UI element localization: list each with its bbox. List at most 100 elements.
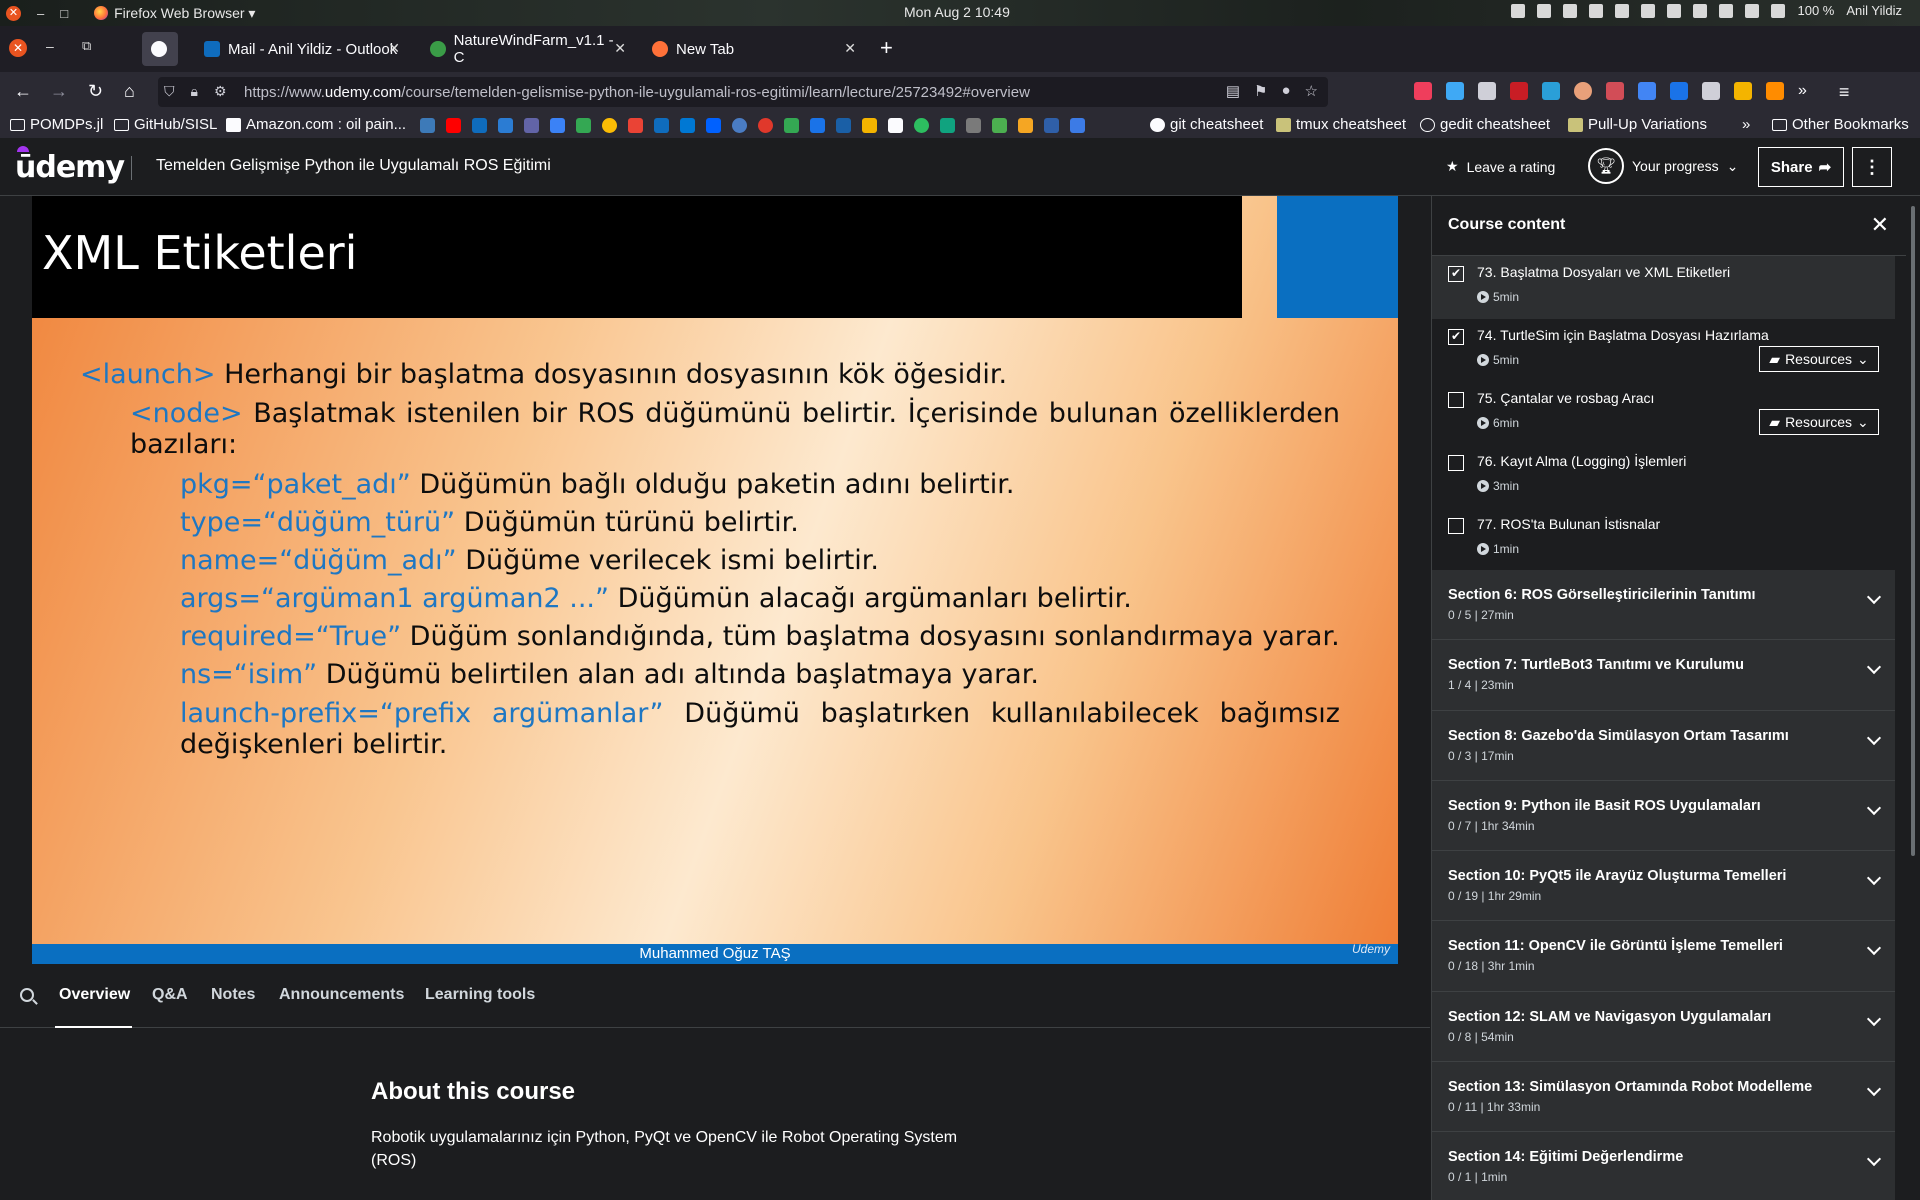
extension-icon[interactable]	[1766, 82, 1784, 100]
dropbox-icon[interactable]	[706, 118, 721, 133]
bookmark-icon[interactable]	[784, 118, 799, 133]
app-menu[interactable]: Firefox Web Browser ▾	[94, 5, 255, 22]
outlook-icon[interactable]	[654, 118, 669, 133]
tray-icon[interactable]	[1563, 3, 1578, 18]
bookmark-icon[interactable]	[810, 118, 825, 133]
wifi-icon[interactable]	[1693, 3, 1708, 18]
back-button[interactable]: ←	[14, 81, 32, 102]
bookmark-star-icon[interactable]: ☆	[1305, 82, 1318, 100]
lecture-item[interactable]: ✔ 74. TurtleSim için Başlatma Dosyası Ha…	[1432, 319, 1895, 382]
bookmarks-overflow-icon[interactable]: »	[1742, 116, 1750, 133]
volume-icon[interactable]	[1745, 3, 1760, 18]
section-accordion[interactable]: Section 7: TurtleBot3 Tanıtımı ve Kurulu…	[1432, 640, 1895, 711]
tab-announcements[interactable]: Announcements	[279, 986, 404, 1004]
bookmark-icon[interactable]	[498, 118, 513, 133]
window-close-icon[interactable]: ✕	[6, 5, 21, 21]
incomplete-checkbox[interactable]	[1448, 392, 1464, 408]
teams-icon[interactable]	[524, 118, 539, 133]
share-button[interactable]: Share ➦	[1758, 147, 1844, 187]
tab-outlook[interactable]: Mail - Anil Yildiz - Outlook ✕	[194, 32, 408, 66]
lecture-item[interactable]: 77. ROS'ta Bulunan İstisnalar 1min	[1432, 508, 1895, 571]
lecture-item[interactable]: ✔ 73. Başlatma Dosyaları ve XML Etiketle…	[1432, 256, 1895, 319]
extension-icon[interactable]	[1606, 82, 1624, 100]
search-icon[interactable]	[20, 988, 34, 1002]
sidebar-scrollbar[interactable]	[1906, 196, 1920, 1200]
leave-rating-button[interactable]: ★ Leave a rating	[1446, 158, 1555, 175]
bookmark-icon[interactable]	[1070, 118, 1085, 133]
lock-icon[interactable]: 🔒︎	[191, 83, 198, 100]
tray-icon[interactable]	[1641, 3, 1656, 18]
tab-close-icon[interactable]: ✕	[844, 40, 856, 57]
extension-icon[interactable]	[1574, 82, 1592, 100]
dropbox-icon[interactable]	[1589, 3, 1604, 18]
brightness-icon[interactable]	[1719, 3, 1734, 18]
bookmark-icon[interactable]	[888, 118, 903, 133]
pocket-icon[interactable]	[1414, 82, 1432, 100]
section-accordion[interactable]: Section 14: Eğitimi Değerlendirme 0 / 1 |…	[1432, 1132, 1895, 1200]
lecture-item[interactable]: 75. Çantalar ve rosbag Aracı 6min ▰ Resou…	[1432, 382, 1895, 445]
translate-flag-icon[interactable]: ⚑	[1254, 82, 1267, 100]
section-accordion[interactable]: Section 11: OpenCV ile Görüntü İşleme Te…	[1432, 921, 1895, 992]
section-accordion[interactable]: Section 10: PyQt5 ile Arayüz Oluşturma T…	[1432, 851, 1895, 922]
system-tray[interactable]: 100 % Anil Yildiz	[1511, 3, 1902, 18]
tab-udemy-pinned[interactable]	[142, 32, 178, 66]
reader-view-icon[interactable]: ▤	[1226, 82, 1240, 100]
tray-icon[interactable]	[1537, 3, 1552, 18]
user-name[interactable]: Anil Yildiz	[1846, 3, 1902, 18]
bookmark-folder-github[interactable]: GitHub/SISL	[114, 116, 217, 133]
overflow-chevron-icon[interactable]: »	[1798, 82, 1807, 103]
incomplete-checkbox[interactable]	[1448, 518, 1464, 534]
bookmark-icon[interactable]	[940, 118, 955, 133]
tray-icon[interactable]	[1615, 3, 1630, 18]
bookmark-git-cheatsheet[interactable]: git cheatsheet	[1150, 116, 1263, 133]
lecture-video-player[interactable]: XML Etiketleri <launch> Herhangi bir baş…	[32, 196, 1398, 964]
bookmark-icon[interactable]	[1018, 118, 1033, 133]
extension-icon[interactable]	[1734, 82, 1752, 100]
close-icon[interactable]: ✕	[1871, 212, 1889, 238]
bookmark-icon[interactable]	[732, 118, 747, 133]
bookmark-icon[interactable]	[966, 118, 981, 133]
bookmark-folder-pomdps[interactable]: POMDPs.jl	[10, 116, 103, 133]
permissions-icon[interactable]: ⚙	[214, 83, 227, 100]
bookmark-amazon[interactable]: Amazon.com : oil pain...	[226, 116, 406, 133]
section-accordion[interactable]: Section 9: Python ile Basit ROS Uygulama…	[1432, 780, 1895, 852]
hamburger-menu-icon[interactable]: ≡	[1839, 82, 1850, 103]
extension-icon[interactable]: ●	[1281, 82, 1290, 100]
udemy-logo[interactable]: ūdemy	[15, 146, 125, 185]
bookmark-icon[interactable]	[992, 118, 1007, 133]
window-minimize-icon[interactable]: –	[37, 6, 44, 21]
scrollbar-thumb[interactable]	[1911, 206, 1915, 856]
google-drive-icon[interactable]	[576, 118, 591, 133]
browser-restore-icon[interactable]: ⧉	[82, 38, 91, 54]
gmail-icon[interactable]	[628, 118, 643, 133]
tracking-shield-icon[interactable]: ⛉	[164, 83, 175, 100]
forward-button[interactable]: →	[50, 81, 68, 102]
downloads-icon[interactable]	[1446, 82, 1464, 100]
tab-naturewindfarm[interactable]: NatureWindFarm_v1.1 - C ✕	[420, 32, 634, 66]
tray-icon[interactable]	[1511, 3, 1526, 18]
clipboard-icon[interactable]	[1667, 3, 1682, 18]
new-tab-button[interactable]: +	[880, 37, 893, 59]
section-accordion[interactable]: Section 13: Simülasyon Ortamında Robot M…	[1432, 1062, 1895, 1133]
bookmark-icon[interactable]	[602, 118, 617, 133]
section-accordion[interactable]: Section 12: SLAM ve Navigasyon Uygulamal…	[1432, 991, 1895, 1063]
tab-notes[interactable]: Notes	[211, 986, 255, 1004]
extension-icon[interactable]	[1670, 82, 1688, 100]
outlook-icon[interactable]	[472, 118, 487, 133]
bookmark-icon[interactable]	[862, 118, 877, 133]
completed-checkbox[interactable]: ✔	[1448, 266, 1464, 282]
tab-overview[interactable]: Overview	[59, 986, 130, 1004]
bookmark-icon[interactable]	[758, 118, 773, 133]
incomplete-checkbox[interactable]	[1448, 455, 1464, 471]
messenger-icon[interactable]	[550, 118, 565, 133]
bookmark-icon[interactable]	[836, 118, 851, 133]
youtube-icon[interactable]	[446, 118, 461, 133]
browser-minimize-icon[interactable]: –	[46, 38, 54, 54]
section-accordion[interactable]: Section 8: Gazebo'da Simülasyon Ortam Ta…	[1432, 710, 1895, 781]
tab-close-icon[interactable]: ✕	[614, 40, 626, 57]
onedrive-icon[interactable]	[680, 118, 695, 133]
tab-qa[interactable]: Q&A	[152, 986, 188, 1004]
section-accordion[interactable]: Section 6: ROS Görselleştiricilerinin Ta…	[1432, 570, 1895, 641]
home-button[interactable]: ⌂	[124, 81, 135, 102]
tab-learning-tools[interactable]: Learning tools	[425, 986, 535, 1004]
